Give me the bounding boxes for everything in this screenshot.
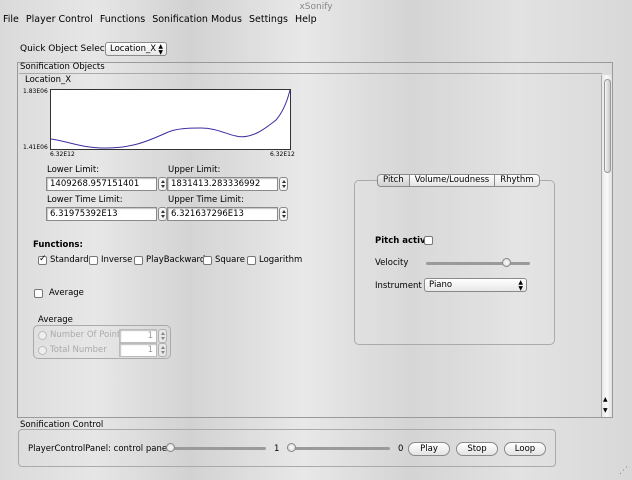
plot-line bbox=[50, 89, 291, 149]
tab-rhythm[interactable]: Rhythm bbox=[495, 175, 538, 186]
pitch-active-label: Pitch active bbox=[375, 236, 432, 246]
data-plot bbox=[50, 89, 291, 150]
standard-label: Standard bbox=[50, 255, 89, 265]
plot-x-max: 6.32E12 bbox=[270, 151, 295, 158]
plot-y-min: 1.41E06 bbox=[23, 144, 48, 151]
inverse-checkbox[interactable] bbox=[89, 255, 98, 265]
player-control-panel-label: PlayerControlPanel: control panel bbox=[28, 444, 170, 454]
number-of-points-label: Number Of Points bbox=[50, 330, 125, 340]
tab-volume-loudness[interactable]: Volume/Loudness bbox=[410, 175, 496, 186]
plot-y-max: 1.83E06 bbox=[23, 88, 48, 95]
menu-help[interactable]: Help bbox=[295, 13, 317, 27]
total-number-radio[interactable] bbox=[38, 345, 47, 355]
resize-grip-icon[interactable]: ⋰ bbox=[619, 466, 628, 476]
upper-time-limit-field[interactable]: 6.321637296E13 bbox=[167, 207, 278, 221]
average-checkbox[interactable] bbox=[34, 288, 43, 298]
menu-sonification-modus[interactable]: Sonification Modus bbox=[152, 13, 242, 27]
total-number-stepper[interactable] bbox=[158, 343, 167, 357]
number-of-points-radio[interactable] bbox=[38, 330, 47, 340]
tab-pitch[interactable]: Pitch bbox=[378, 175, 410, 186]
control-slider-1[interactable] bbox=[166, 447, 266, 450]
function-inverse[interactable]: Inverse bbox=[89, 255, 132, 265]
average-group-title: Average bbox=[38, 315, 73, 325]
number-of-points-option[interactable]: Number Of Points bbox=[38, 330, 125, 340]
menu-functions[interactable]: Functions bbox=[100, 13, 145, 27]
plot-x-min: 6.32E12 bbox=[50, 151, 75, 158]
function-logarithm[interactable]: Logarithm bbox=[247, 255, 302, 265]
average-toggle[interactable]: Average bbox=[34, 288, 84, 298]
lower-time-limit-field[interactable]: 6.31975392E13 bbox=[46, 207, 157, 221]
inverse-label: Inverse bbox=[101, 255, 133, 265]
control-slider-1-value: 1 bbox=[274, 444, 280, 454]
playbackward-checkbox[interactable] bbox=[134, 255, 143, 265]
total-number-field[interactable]: 1 bbox=[119, 343, 157, 357]
quick-selector-label: Quick Object Selector bbox=[20, 44, 118, 54]
tab-bar: Pitch Volume/Loudness Rhythm bbox=[377, 174, 540, 187]
loop-button[interactable]: Loop bbox=[504, 442, 546, 456]
velocity-slider[interactable] bbox=[426, 262, 530, 265]
instrument-select[interactable]: Piano ▲ ▼ bbox=[424, 278, 527, 292]
lower-time-limit-label: Lower Time Limit: bbox=[47, 195, 123, 205]
total-number-label: Total Number bbox=[50, 345, 107, 355]
functions-label: Functions: bbox=[33, 240, 83, 250]
pitch-active-checkbox[interactable] bbox=[424, 236, 433, 245]
function-standard[interactable]: Standard bbox=[38, 254, 89, 265]
number-of-points-stepper[interactable] bbox=[158, 329, 167, 343]
velocity-label: Velocity bbox=[375, 258, 409, 268]
quick-object-selector[interactable]: Location_X ▲ ▼ bbox=[105, 42, 167, 56]
sonification-objects-title: Sonification Objects bbox=[20, 62, 105, 72]
divider bbox=[19, 73, 602, 74]
chevron-updown-icon: ▲ ▼ bbox=[518, 279, 523, 292]
stop-button[interactable]: Stop bbox=[456, 442, 498, 456]
standard-checkbox[interactable] bbox=[38, 254, 47, 265]
logarithm-label: Logarithm bbox=[259, 255, 303, 265]
instrument-value: Piano bbox=[429, 280, 453, 290]
upper-limit-label: Upper Limit: bbox=[168, 165, 221, 175]
upper-limit-field[interactable]: 1831413.283336992 bbox=[167, 177, 278, 191]
control-slider-2[interactable] bbox=[287, 447, 390, 450]
total-number-option[interactable]: Total Number bbox=[38, 345, 107, 355]
function-playbackward[interactable]: PlayBackward bbox=[134, 255, 205, 265]
window-title: xSonify bbox=[299, 2, 333, 12]
menu-file[interactable]: File bbox=[3, 13, 19, 27]
object-name: Location_X bbox=[25, 75, 72, 85]
square-checkbox[interactable] bbox=[203, 255, 212, 265]
upper-limit-stepper[interactable] bbox=[279, 177, 288, 191]
scroll-down-icon[interactable]: ▼ bbox=[603, 407, 608, 414]
vertical-scrollbar[interactable]: ▲ ▼ bbox=[601, 75, 612, 417]
scrollbar-thumb[interactable] bbox=[604, 79, 611, 173]
control-slider-2-knob[interactable] bbox=[287, 443, 296, 452]
number-of-points-field[interactable]: 1 bbox=[119, 329, 157, 343]
playbackward-label: PlayBackward bbox=[146, 255, 206, 265]
square-label: Square bbox=[215, 255, 245, 265]
scroll-up-icon[interactable]: ▲ bbox=[603, 396, 608, 403]
play-button[interactable]: Play bbox=[408, 442, 450, 456]
instrument-label: Instrument bbox=[375, 281, 422, 291]
lower-limit-stepper[interactable] bbox=[158, 177, 167, 191]
average-label: Average bbox=[49, 288, 84, 298]
upper-time-limit-label: Upper Time Limit: bbox=[168, 195, 244, 205]
lower-limit-field[interactable]: 1409268.957151401 bbox=[46, 177, 157, 191]
chevron-updown-icon: ▲ ▼ bbox=[158, 43, 163, 56]
upper-time-limit-stepper[interactable] bbox=[279, 207, 288, 221]
lower-limit-label: Lower Limit: bbox=[47, 165, 100, 175]
quick-selector-value: Location_X bbox=[110, 44, 157, 54]
menu-bar: File Player Control Functions Sonificati… bbox=[0, 13, 632, 27]
function-square[interactable]: Square bbox=[203, 255, 245, 265]
control-slider-1-knob[interactable] bbox=[166, 443, 175, 452]
menu-settings[interactable]: Settings bbox=[249, 13, 288, 27]
lower-time-limit-stepper[interactable] bbox=[158, 207, 167, 221]
menu-player-control[interactable]: Player Control bbox=[26, 13, 93, 27]
control-slider-2-value: 0 bbox=[398, 444, 404, 454]
logarithm-checkbox[interactable] bbox=[247, 255, 256, 265]
velocity-slider-knob[interactable] bbox=[502, 258, 511, 267]
